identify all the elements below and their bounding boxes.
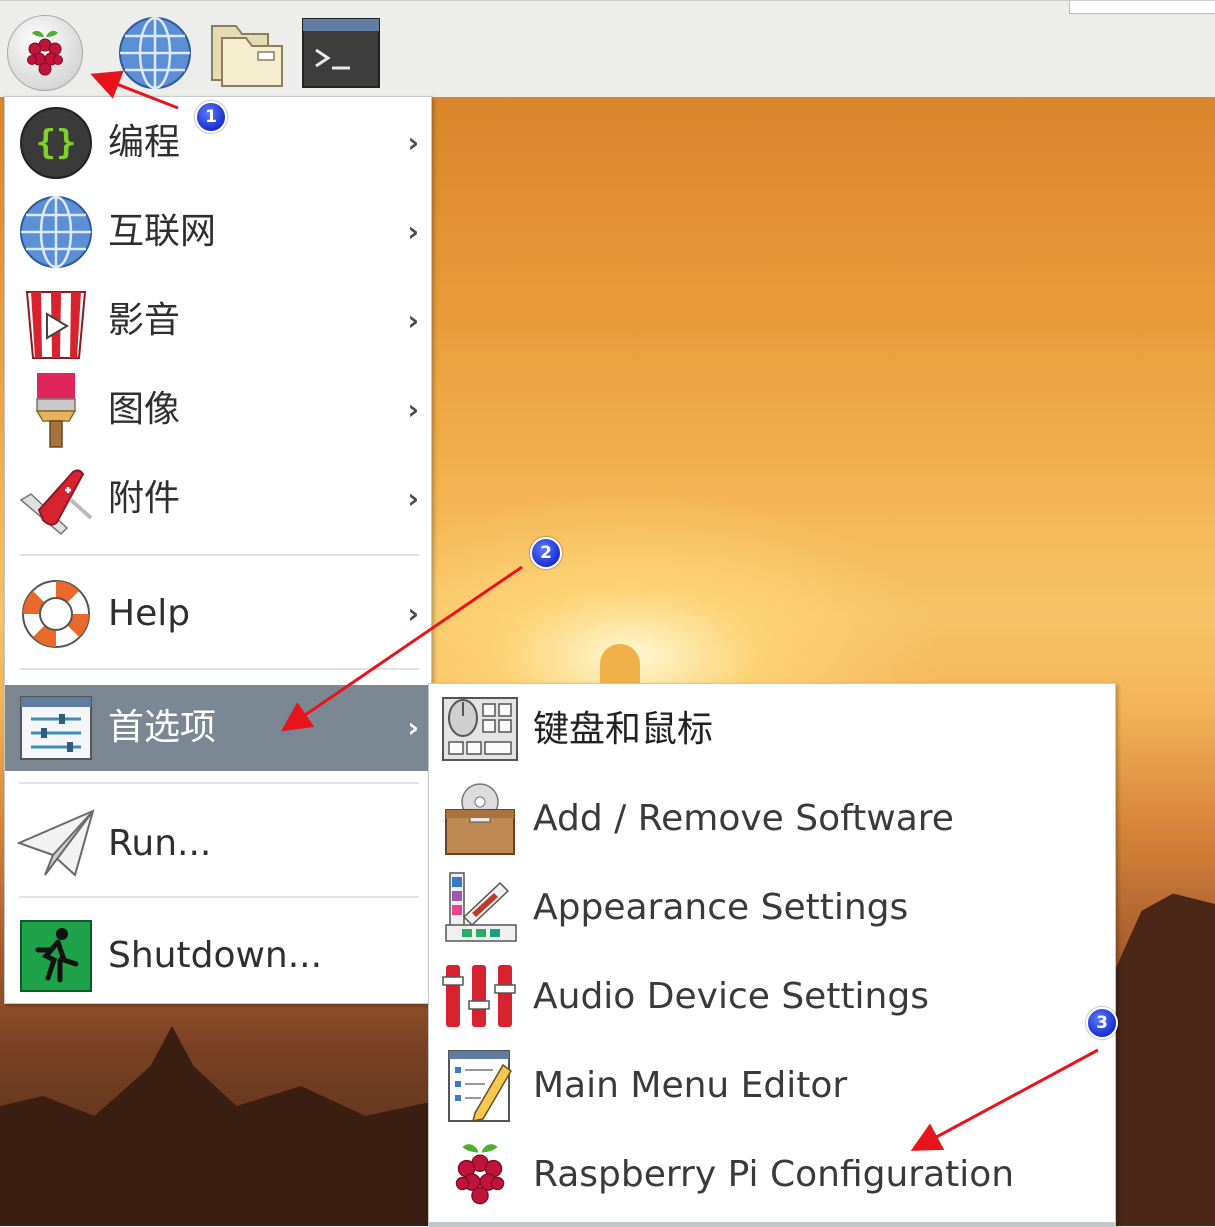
- menu-item-label: 互联网: [108, 211, 217, 252]
- raspberry-menu-button[interactable]: [6, 15, 84, 91]
- software-box-icon: [441, 779, 519, 857]
- menu-item-sound-video[interactable]: 影音 ›: [5, 278, 431, 364]
- keyboard-mouse-icon: [441, 690, 519, 768]
- menu-item-internet[interactable]: 互联网 ›: [5, 189, 431, 275]
- menu-item-label: Shutdown...: [108, 935, 323, 976]
- submenu-item-label: 键盘和鼠标: [533, 709, 714, 750]
- raspberry-pi-logo-icon: [7, 15, 83, 91]
- lifebuoy-icon: [17, 575, 95, 653]
- sliders-icon: [17, 689, 95, 767]
- menu-item-run[interactable]: Run...: [5, 801, 431, 887]
- submenu-item-main-menu-editor[interactable]: Main Menu Editor: [429, 1041, 1115, 1130]
- menu-item-shutdown[interactable]: Shutdown...: [5, 913, 431, 999]
- globe-icon: [119, 16, 191, 90]
- menu-item-accessories[interactable]: 附件 ›: [5, 456, 431, 542]
- pocket-knife-icon: [17, 460, 95, 538]
- menu-separator: [19, 554, 419, 556]
- audio-mixer-icon: [441, 957, 519, 1035]
- menu-item-label: 图像: [108, 389, 181, 430]
- submenu-bottom-border: [429, 1222, 1115, 1226]
- panel-widget[interactable]: [1069, 1, 1215, 14]
- submenu-item-raspberry-pi-configuration[interactable]: Raspberry Pi Configuration: [429, 1130, 1115, 1219]
- menu-separator: [19, 896, 419, 898]
- menu-editor-icon: [441, 1046, 519, 1124]
- chevron-right-icon: ›: [407, 597, 419, 630]
- submenu-item-label: Raspberry Pi Configuration: [533, 1154, 1015, 1195]
- temple-silhouette-left: [0, 1026, 430, 1226]
- folder-icon: [211, 25, 283, 87]
- temple-silhouette-right: [1110, 893, 1215, 1226]
- chevron-right-icon: ›: [407, 126, 419, 159]
- svg-text:{}: {}: [36, 123, 77, 163]
- popcorn-play-icon: [17, 282, 95, 360]
- step-badge-2: 2: [530, 537, 562, 569]
- menu-item-graphics[interactable]: 图像 ›: [5, 367, 431, 453]
- menu-separator: [19, 668, 419, 670]
- chevron-right-icon: ›: [407, 304, 419, 337]
- braces-icon: {}: [17, 104, 95, 182]
- terminal-icon: [302, 18, 380, 88]
- submenu-item-label: Audio Device Settings: [533, 976, 929, 1017]
- color-swatch-icon: [441, 868, 519, 946]
- application-menu: {} 编程 › 互联网 › 影音 › 图像 › 附件 › Help › 首选项 …: [4, 96, 432, 1004]
- menu-item-label: 附件: [108, 478, 181, 519]
- pagoda-silhouette: [600, 644, 640, 684]
- menu-item-label: 编程: [108, 122, 181, 163]
- file-manager-launcher[interactable]: [208, 15, 286, 91]
- raspberry-pi-logo-icon: [441, 1135, 519, 1213]
- terminal-launcher[interactable]: [302, 15, 380, 91]
- menu-item-help[interactable]: Help ›: [5, 571, 431, 657]
- globe-icon: [17, 193, 95, 271]
- web-browser-launcher[interactable]: [116, 15, 194, 91]
- step-badge-3: 3: [1086, 1007, 1118, 1039]
- submenu-item-add-remove-software[interactable]: Add / Remove Software: [429, 774, 1115, 863]
- exit-running-man-icon: [17, 917, 95, 995]
- submenu-item-keyboard-mouse[interactable]: 键盘和鼠标: [429, 685, 1115, 774]
- submenu-item-label: Add / Remove Software: [533, 798, 954, 839]
- submenu-item-appearance-settings[interactable]: Appearance Settings: [429, 863, 1115, 952]
- chevron-right-icon: ›: [407, 711, 419, 744]
- menu-item-label: Run...: [108, 823, 212, 864]
- submenu-item-label: Appearance Settings: [533, 887, 909, 928]
- step-badge-1: 1: [195, 101, 227, 133]
- preferences-submenu: 键盘和鼠标 Add / Remove Software Appearance S…: [428, 683, 1116, 1227]
- submenu-item-label: Main Menu Editor: [533, 1065, 848, 1106]
- chevron-right-icon: ›: [407, 482, 419, 515]
- menu-separator: [19, 782, 419, 784]
- menu-item-label: 首选项: [108, 707, 217, 748]
- taskbar-panel: [0, 0, 1215, 97]
- menu-item-label: 影音: [108, 300, 181, 341]
- menu-item-label: Help: [108, 593, 191, 634]
- submenu-item-audio-device-settings[interactable]: Audio Device Settings: [429, 952, 1115, 1041]
- chevron-right-icon: ›: [407, 393, 419, 426]
- paper-plane-icon: [17, 805, 95, 883]
- paint-brush-icon: [17, 371, 95, 449]
- chevron-right-icon: ›: [407, 215, 419, 248]
- menu-item-preferences[interactable]: 首选项 ›: [5, 685, 431, 771]
